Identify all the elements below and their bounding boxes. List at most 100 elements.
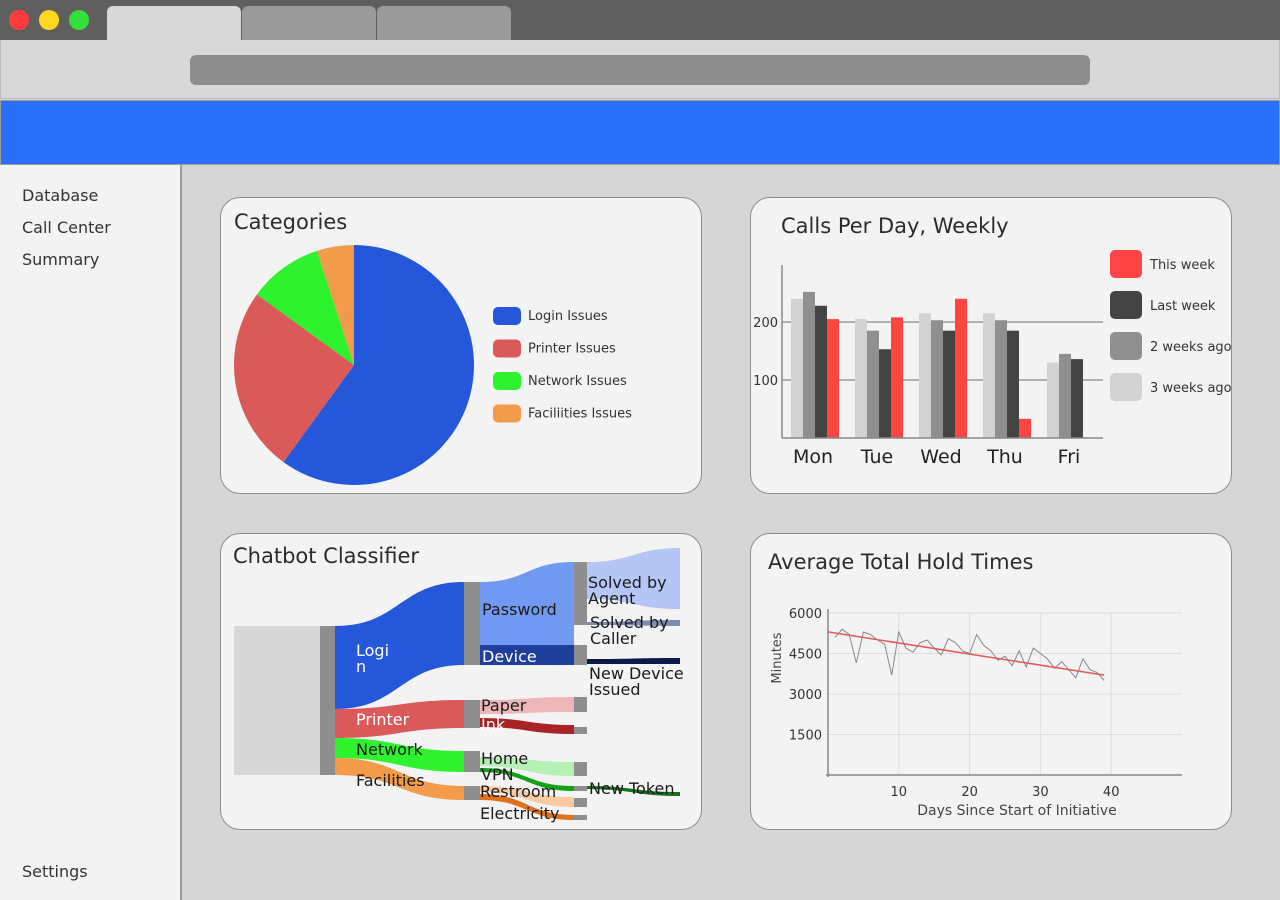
bar-wed-last-week xyxy=(943,330,955,438)
sankey-flow-login xyxy=(335,582,464,709)
sankey-node-network xyxy=(464,751,480,772)
x-tick-thu: Thu xyxy=(986,446,1023,468)
hold-times-card: Average Total Hold Times 10 20 30 40 1500 300… xyxy=(750,533,1232,830)
browser-tab-2[interactable] xyxy=(242,6,376,40)
y-tick-1500: 1500 xyxy=(789,729,822,744)
x-tick-tue: Tue xyxy=(860,446,893,468)
sankey-node-paper xyxy=(574,697,587,712)
sankey-node-facilities xyxy=(464,786,480,800)
sankey-node-printer xyxy=(464,700,480,728)
sankey-node-device xyxy=(574,645,587,665)
bar-wed-this-week xyxy=(955,298,967,438)
hold-times-line-chart: 10 20 30 40 1500 3000 4500 6000 Days Since Start… xyxy=(770,607,1182,819)
bar-fri-3-weeks-ago xyxy=(1047,362,1059,438)
sankey-node-password xyxy=(574,562,587,625)
bar-tue-2-weeks-ago xyxy=(867,330,879,438)
sankey-node-home xyxy=(574,762,587,776)
sankey-label-new-token: New Token xyxy=(589,779,675,798)
sankey-node-electricity xyxy=(574,815,587,820)
legend-swatch-last-week xyxy=(1110,291,1142,319)
legend-label-faciliities-issues: Faciliities Issues xyxy=(528,407,632,422)
y-tick-4500: 4500 xyxy=(789,648,822,663)
legend-label-last-week: Last week xyxy=(1150,299,1216,314)
legend-swatch-login-issues xyxy=(493,307,521,325)
sidebar-item-summary[interactable]: Summary xyxy=(22,250,99,269)
bar-wed-3-weeks-ago xyxy=(919,313,931,438)
sankey-node-ink xyxy=(574,727,587,734)
bar-mon-2-weeks-ago xyxy=(803,291,815,438)
sidebar: Database Call Center Summary Settings xyxy=(0,165,182,900)
bar-fri-2-weeks-ago xyxy=(1059,353,1071,438)
sankey-node-login xyxy=(464,582,480,665)
sankey-node-source xyxy=(320,626,335,775)
x-tick-mon: Mon xyxy=(793,446,833,468)
y-tick-200: 200 xyxy=(753,316,778,331)
sankey-label-password: Password xyxy=(482,600,557,619)
legend-label-3-weeks-ago: 3 weeks ago xyxy=(1150,381,1231,396)
legend-swatch-printer-issues xyxy=(493,339,521,358)
minimize-window-button[interactable] xyxy=(39,10,59,30)
bar-tue-3-weeks-ago xyxy=(855,319,867,438)
legend-swatch-2-weeks-ago xyxy=(1110,332,1142,360)
bar-thu-3-weeks-ago xyxy=(983,313,995,438)
bar-thu-2-weeks-ago xyxy=(995,320,1007,438)
legend-label-2-weeks-ago: 2 weeks ago xyxy=(1150,340,1231,355)
sankey-label-ink: Ink xyxy=(481,715,506,734)
legend-swatch-3-weeks-ago xyxy=(1110,373,1142,401)
y-tick-100: 100 xyxy=(753,374,778,389)
sidebar-item-database[interactable]: Database xyxy=(22,186,98,205)
x-tick-wed: Wed xyxy=(920,446,961,468)
window-titlebar xyxy=(0,0,1280,40)
maximize-window-button[interactable] xyxy=(69,10,89,30)
browser-tab-1[interactable] xyxy=(107,6,241,40)
legend-label-this-week: This week xyxy=(1149,258,1215,273)
categories-card: Categories Login Issues Printer Issues Net… xyxy=(220,197,702,494)
bar-fri-last-week xyxy=(1071,359,1083,438)
bar-mon-last-week xyxy=(815,305,827,438)
x-tick-30: 30 xyxy=(1032,785,1049,800)
legend-swatch-network-issues xyxy=(493,372,521,390)
calls-bar-chart: 100 200 Mon Tue Wed Thu Fri This week Last week 2… xyxy=(753,250,1231,468)
sankey-label-restroom: Restroom xyxy=(480,782,556,801)
sankey-node-restroom xyxy=(574,798,587,807)
x-tick-40: 40 xyxy=(1103,785,1120,800)
sidebar-item-call-center[interactable]: Call Center xyxy=(22,218,111,237)
bar-tue-this-week xyxy=(891,317,903,438)
sankey-label-printer: Printer xyxy=(356,710,410,729)
legend-label-printer-issues: Printer Issues xyxy=(528,342,616,357)
sankey-label-facilities: Facilities xyxy=(356,771,425,790)
chatbot-classifier-card: Chatbot Classifier Logi n Printer Network Fa… xyxy=(220,533,702,830)
sankey-label-paper: Paper xyxy=(481,696,527,715)
sankey-flow-source xyxy=(234,626,320,775)
x-axis-label: Days Since Start of Initiative xyxy=(917,803,1117,819)
bar-tue-last-week xyxy=(879,349,891,438)
sankey-label-solved-caller: Solved by Caller xyxy=(590,613,669,648)
sankey-label-new-device: New Device Issued xyxy=(589,664,684,699)
y-tick-6000: 6000 xyxy=(789,607,822,622)
sidebar-item-settings[interactable]: Settings xyxy=(22,862,88,881)
sankey-label-network: Network xyxy=(356,740,424,759)
bar-mon-this-week xyxy=(827,319,839,438)
address-bar[interactable] xyxy=(190,55,1090,85)
sankey-label-device: Device xyxy=(482,647,537,666)
header-banner xyxy=(0,100,1280,165)
legend-label-login-issues: Login Issues xyxy=(528,309,608,324)
x-tick-fri: Fri xyxy=(1058,446,1081,468)
legend-swatch-faciliities-issues xyxy=(493,404,521,423)
calls-per-day-card: Calls Per Day, Weekly 100 200 Mon Tue Wed Thu… xyxy=(750,197,1232,494)
chatbot-sankey-chart: Logi nPrinterNetworkFacilitiesPasswordDev… xyxy=(234,548,684,823)
y-axis-label: Minutes xyxy=(770,632,785,683)
close-window-button[interactable] xyxy=(9,10,29,30)
browser-tab-3[interactable] xyxy=(377,6,511,40)
bar-thu-this-week xyxy=(1019,418,1031,438)
bar-wed-2-weeks-ago xyxy=(931,320,943,438)
bar-mon-3-weeks-ago xyxy=(791,298,803,438)
sankey-label-electricity: Electricity xyxy=(480,804,559,823)
categories-pie-chart: Login Issues Printer Issues Network Issues… xyxy=(234,245,632,486)
x-tick-10: 10 xyxy=(891,785,908,800)
legend-label-network-issues: Network Issues xyxy=(528,374,627,389)
y-tick-3000: 3000 xyxy=(789,688,822,703)
bar-thu-last-week xyxy=(1007,330,1019,438)
x-tick-20: 20 xyxy=(961,785,978,800)
legend-swatch-this-week xyxy=(1110,250,1142,278)
